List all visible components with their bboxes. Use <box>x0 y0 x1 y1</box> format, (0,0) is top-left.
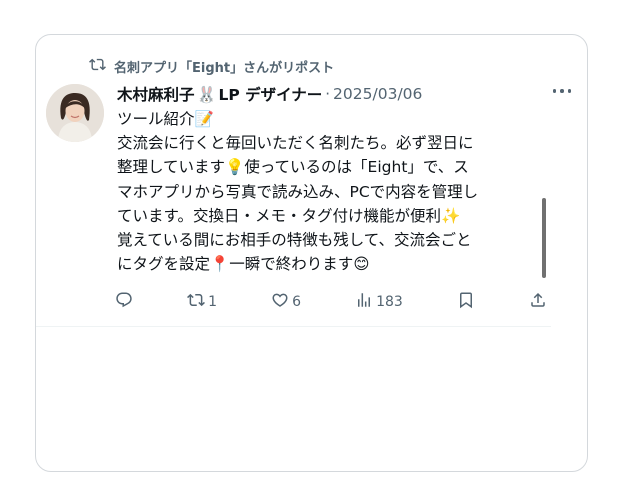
avatar[interactable] <box>46 84 104 142</box>
tweet-line: にタグを設定📍一瞬で終わります😊 <box>117 255 370 274</box>
repost-icon <box>187 291 206 313</box>
share-icon <box>529 291 547 313</box>
repost-text: 名刺アプリ「Eight」さんがリポスト <box>114 60 335 76</box>
tweet-line: マホアプリから写真で読み込み、PCで内容を管理し <box>117 182 479 201</box>
share-button[interactable] <box>529 291 547 313</box>
author-name[interactable]: 木村麻利子 <box>117 83 195 105</box>
reply-button[interactable] <box>115 291 133 313</box>
scrollbar[interactable] <box>542 198 546 278</box>
author-row: 木村麻利子 🐰 LP デザイナー · 2025/03/06 <box>117 81 577 107</box>
views-count: 183 <box>376 294 403 310</box>
post-card[interactable]: 名刺アプリ「Eight」さんがリポスト 木村麻利子 🐰 LP デザイナー · 2… <box>35 34 588 472</box>
like-icon <box>271 291 289 313</box>
tweet-text: ツール紹介📝 交流会に行くと毎回いただく名刺たち。必ず翌日に 整理しています💡使… <box>117 107 553 276</box>
tweet-line: 整理しています💡使っているのは「Eight」で、ス <box>117 158 469 177</box>
like-button[interactable]: 6 <box>271 291 301 313</box>
bookmark-button[interactable] <box>457 291 475 313</box>
repost-count: 1 <box>208 294 217 310</box>
repost-indicator[interactable]: 名刺アプリ「Eight」さんがリポスト <box>89 56 334 76</box>
rabbit-emoji: 🐰 <box>196 84 217 104</box>
views-button[interactable]: 183 <box>355 291 403 313</box>
reply-icon <box>115 291 133 313</box>
like-count: 6 <box>292 294 301 310</box>
divider <box>36 326 551 327</box>
author-title[interactable]: LP デザイナー <box>218 83 322 105</box>
bookmark-icon <box>457 291 475 313</box>
tweet-line: 交流会に行くと毎回いただく名刺たち。必ず翌日に <box>117 134 474 153</box>
views-icon <box>355 291 373 313</box>
action-bar: 1 6 183 <box>115 289 547 315</box>
separator-dot: · <box>325 85 331 103</box>
tweet-line: 覚えている間にお相手の特徴も残して、交流会ごと <box>117 231 472 250</box>
repost-button[interactable]: 1 <box>187 291 217 313</box>
more-icon[interactable] <box>552 89 571 93</box>
post-date[interactable]: 2025/03/06 <box>333 85 422 103</box>
tweet-line: ています。交換日・メモ・タグ付け機能が便利✨ <box>117 206 461 225</box>
repost-icon <box>89 56 106 77</box>
tweet-line: ツール紹介📝 <box>117 110 214 128</box>
